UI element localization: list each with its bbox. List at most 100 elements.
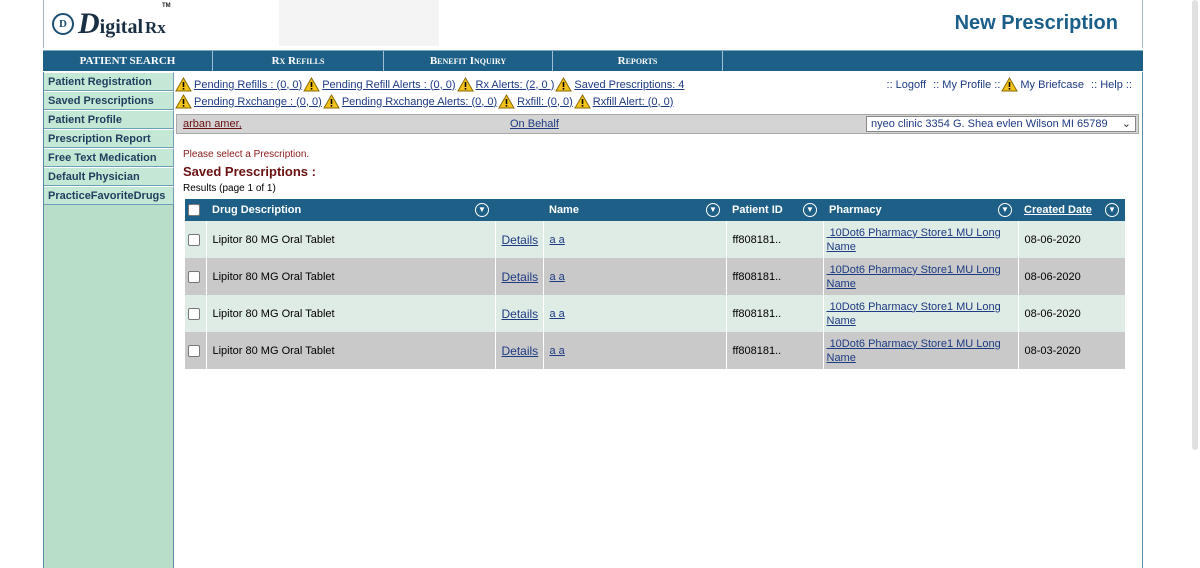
- col-created-date-label: Created Date: [1024, 204, 1092, 216]
- col-patient-id: Patient ID ▼: [726, 199, 823, 221]
- logoff-link[interactable]: :: Logoff: [887, 79, 927, 91]
- top-link-spacer: [928, 79, 931, 91]
- digital-rx-logo: D D igital Rx TM: [52, 3, 171, 42]
- chevron-down-circle-icon[interactable]: ▼: [475, 203, 489, 217]
- help-link[interactable]: :: Help ::: [1091, 79, 1132, 91]
- on-behalf-link[interactable]: On Behalf: [510, 118, 559, 130]
- col-name-label: Name: [549, 204, 579, 216]
- sidebar-item-prescription-report[interactable]: Prescription Report: [44, 129, 174, 148]
- details-link[interactable]: Details: [502, 344, 539, 358]
- pharmacy-link[interactable]: 10Dot6 Pharmacy Store1 MU Long Name: [827, 301, 1001, 327]
- chevron-down-circle-icon[interactable]: ▼: [998, 203, 1012, 217]
- patient-bar: arban amer, On Behalf nyeo clinic 3354 G…: [176, 114, 1139, 134]
- table-header-row: Drug Description ▼ Name ▼ Patient ID ▼ Phar…: [185, 199, 1125, 221]
- pharmacy-cell: 10Dot6 Pharmacy Store1 MU Long Name: [823, 258, 1019, 295]
- table-row: Lipitor 80 MG Oral Tablet Details a a ff…: [185, 295, 1126, 332]
- sidebar-item-default-physician[interactable]: Default Physician: [44, 167, 174, 186]
- details-link[interactable]: Details: [502, 270, 539, 284]
- nav-patient-search[interactable]: PATIENT SEARCH: [43, 51, 213, 71]
- warning-triangle-icon: [175, 94, 192, 109]
- my-profile-link[interactable]: :: My Profile ::: [933, 79, 1000, 91]
- chevron-down-circle-icon[interactable]: ▼: [1105, 203, 1119, 217]
- created-date-cell: 08-06-2020: [1018, 295, 1126, 332]
- table-row: Lipitor 80 MG Oral Tablet Details a a ff…: [185, 221, 1126, 258]
- pending-rxchange-link[interactable]: Pending Rxchange : (0, 0): [194, 96, 322, 108]
- patient-name-link[interactable]: a a: [550, 271, 565, 283]
- patient-name-link[interactable]: a a: [550, 308, 565, 320]
- section-title: Saved Prescriptions :: [183, 164, 316, 179]
- alerts-row-2: Pending Rxchange : (0, 0) Pending Rxchan…: [174, 93, 673, 110]
- row-select-cell: [185, 258, 207, 295]
- top-links: :: Logoff :: My Profile :: My Briefcase …: [887, 77, 1132, 92]
- drug-description-cell: Lipitor 80 MG Oral Tablet: [206, 332, 496, 369]
- instruction-message: Please select a Prescription.: [183, 149, 310, 160]
- select-all-checkbox[interactable]: [188, 204, 200, 217]
- pharmacy-link[interactable]: 10Dot6 Pharmacy Store1 MU Long Name: [827, 338, 1001, 364]
- sidebar-item-free-text-medication[interactable]: Free Text Medication: [44, 148, 174, 167]
- drug-description-cell: Lipitor 80 MG Oral Tablet: [206, 258, 496, 295]
- row-checkbox[interactable]: [188, 270, 200, 283]
- pharmacy-line2: Name: [826, 314, 856, 327]
- sidebar-item-patient-profile[interactable]: Patient Profile: [44, 110, 174, 129]
- prescriptions-table: Drug Description ▼ Name ▼ Patient ID ▼ Phar…: [185, 199, 1126, 369]
- clinic-select[interactable]: nyeo clinic 3354 G. Shea evlen Wilson MI…: [866, 116, 1136, 132]
- details-cell: Details: [495, 258, 544, 295]
- pharmacy-line1: 10Dot6 Pharmacy Store1 MU Long: [829, 226, 1001, 239]
- row-checkbox[interactable]: [188, 344, 200, 357]
- chevron-down-circle-icon[interactable]: ▼: [706, 203, 720, 217]
- sidebar-item-practice-favorite-drugs[interactable]: PracticeFavoriteDrugs: [44, 186, 174, 205]
- details-cell: Details: [495, 221, 544, 258]
- details-link[interactable]: Details: [502, 233, 539, 247]
- pharmacy-line2: Name: [826, 351, 856, 364]
- patient-name-link[interactable]: arban amer,: [183, 118, 242, 130]
- rxfill-link[interactable]: Rxfill: (0, 0): [517, 96, 573, 108]
- nav-rx-refills[interactable]: Rx Refills: [213, 51, 384, 71]
- page-scrollbar[interactable]: [1192, 0, 1198, 450]
- created-date-cell: 08-06-2020: [1018, 221, 1126, 258]
- patient-id-cell: ff808181..: [726, 332, 824, 369]
- patient-id-cell: ff808181..: [726, 221, 824, 258]
- rxfill-alert-link[interactable]: Rxfill Alert: (0, 0): [593, 96, 674, 108]
- details-cell: Details: [495, 295, 544, 332]
- nav-reports[interactable]: Reports: [553, 51, 723, 71]
- my-briefcase-link[interactable]: My Briefcase: [1020, 79, 1084, 91]
- pharmacy-link[interactable]: 10Dot6 Pharmacy Store1 MU Long Name: [827, 264, 1001, 290]
- pharmacy-cell: 10Dot6 Pharmacy Store1 MU Long Name: [823, 332, 1019, 369]
- col-patient-id-label: Patient ID: [732, 204, 783, 216]
- pending-refills-link[interactable]: Pending Refills : (0, 0): [194, 79, 302, 91]
- drug-description-cell: Lipitor 80 MG Oral Tablet: [206, 221, 496, 258]
- sidebar-item-saved-prescriptions[interactable]: Saved Prescriptions: [44, 91, 174, 110]
- logo-mark-icon: D: [52, 13, 74, 35]
- details-link[interactable]: Details: [502, 307, 539, 321]
- col-pharmacy: Pharmacy ▼: [823, 199, 1018, 221]
- row-checkbox[interactable]: [188, 307, 200, 320]
- logo-text: D igital Rx: [78, 9, 166, 39]
- name-cell: a a: [543, 295, 727, 332]
- created-date-cell: 08-06-2020: [1018, 258, 1126, 295]
- select-all-cell: [185, 199, 206, 221]
- pharmacy-link[interactable]: 10Dot6 Pharmacy Store1 MU Long Name: [827, 227, 1001, 253]
- name-cell: a a: [543, 332, 727, 369]
- row-select-cell: [185, 332, 207, 369]
- pharmacy-cell: 10Dot6 Pharmacy Store1 MU Long Name: [823, 295, 1019, 332]
- col-drug-description: Drug Description ▼: [206, 199, 495, 221]
- rx-alerts-link[interactable]: Rx Alerts: (2, 0 ): [476, 79, 555, 91]
- logo-rest: igital: [99, 16, 144, 38]
- row-checkbox[interactable]: [188, 233, 200, 246]
- col-created-date[interactable]: Created Date ▼: [1018, 199, 1125, 221]
- warning-triangle-icon: [498, 94, 515, 109]
- pending-refill-alerts-link[interactable]: Pending Refill Alerts : (0, 0): [322, 79, 455, 91]
- pending-rxchange-alerts-link[interactable]: Pending Rxchange Alerts: (0, 0): [342, 96, 497, 108]
- patient-name-link[interactable]: a a: [550, 345, 565, 357]
- chevron-down-circle-icon[interactable]: ▼: [803, 203, 817, 217]
- saved-prescriptions-link[interactable]: Saved Prescriptions: 4: [574, 79, 684, 91]
- nav-benefit-inquiry[interactable]: Benefit Inquiry: [384, 51, 553, 71]
- patient-id-cell: ff808181..: [726, 258, 824, 295]
- sidebar-item-patient-registration[interactable]: Patient Registration: [44, 72, 174, 91]
- patient-name-link[interactable]: a a: [550, 234, 565, 246]
- col-pharmacy-label: Pharmacy: [829, 204, 882, 216]
- alerts-row-1: Pending Refills : (0, 0) Pending Refill …: [174, 76, 684, 93]
- table-row: Lipitor 80 MG Oral Tablet Details a a ff…: [185, 258, 1126, 295]
- created-date-cell: 08-03-2020: [1018, 332, 1126, 369]
- header: D D igital Rx TM New Prescription: [43, 0, 1143, 48]
